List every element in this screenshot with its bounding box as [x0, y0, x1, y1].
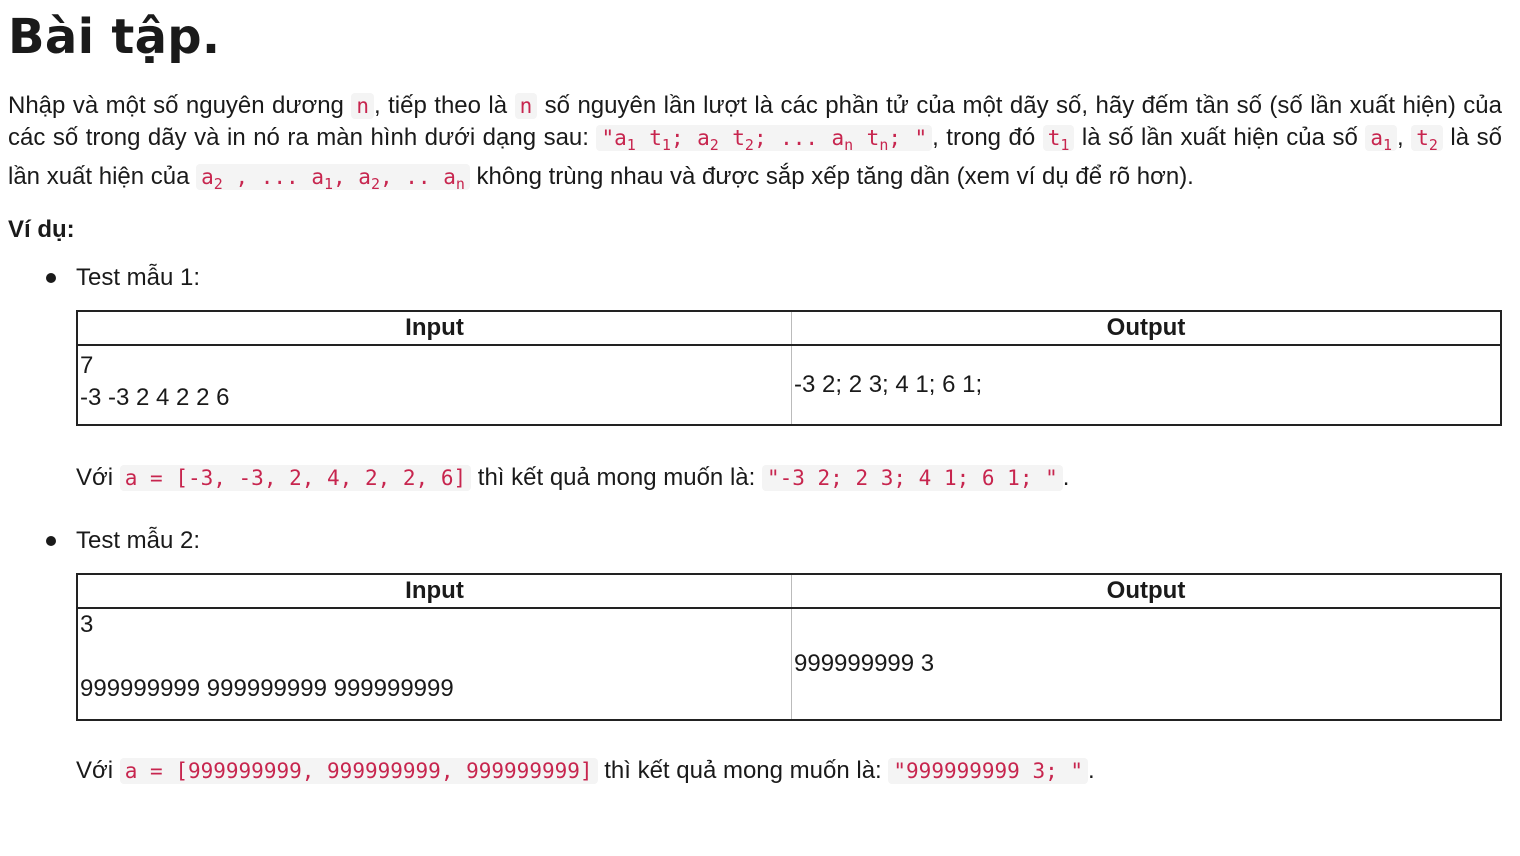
bullet-icon — [46, 536, 56, 547]
example-heading: Ví dụ: — [8, 216, 75, 244]
input-line: 999999999 999999999 999999999 — [80, 675, 454, 703]
inline-code-array: a = [-3, -3, 2, 4, 2, 2, 6] — [119, 465, 472, 492]
input-cell: 3 999999999 999999999 999999999 — [76, 607, 792, 721]
test-label: Test mẫu 1: — [76, 264, 201, 292]
table-header-row: Input Output — [76, 310, 1502, 347]
output-format-code: "a1 t1; a2 t2; ... an tn; " — [596, 125, 933, 154]
inline-code-t2: t2 — [1411, 125, 1443, 154]
inline-code-a-sequence: a2 , ... a1, a2, .. an — [196, 164, 470, 193]
inline-code-n: n — [514, 93, 538, 119]
test-list: Test mẫu 1: Input Output 7 -3 -3 2 4 2 2… — [8, 262, 1512, 787]
sample-table: Input Output 7 -3 -3 2 4 2 2 6 -3 2; 2 3… — [76, 310, 1502, 427]
inline-code-array: a = [999999999, 999999999, 999999999] — [119, 758, 598, 785]
inline-code-output: "-3 2; 2 3; 4 1; 6 1; " — [761, 465, 1063, 492]
column-header-input: Input — [76, 573, 792, 610]
output-cell: -3 2; 2 3; 4 1; 6 1; — [791, 344, 1502, 426]
column-header-output: Output — [791, 310, 1502, 347]
column-header-input: Input — [76, 310, 792, 347]
input-line: -3 -3 2 4 2 2 6 — [80, 384, 230, 412]
input-line: 7 — [80, 352, 94, 380]
inline-code-output: "999999999 3; " — [888, 758, 1089, 785]
expected-result: Với a = [-3, -3, 2, 4, 2, 2, 6] thì kết … — [76, 464, 1070, 492]
inline-code-a1: a1 — [1365, 125, 1398, 154]
test-label: Test mẫu 2: — [76, 527, 201, 555]
page-title: Bài tập. — [8, 9, 221, 65]
inline-code-n: n — [351, 93, 375, 119]
input-line — [80, 641, 789, 673]
bullet-icon — [46, 273, 56, 284]
exercise-page: Bài tập. Nhập và một số nguyên dương n, … — [0, 0, 1512, 787]
input-line: 3 — [80, 611, 94, 639]
inline-code-t1: t1 — [1042, 125, 1075, 154]
test-item-2: Test mẫu 2: Input Output 3 999999999 999… — [8, 525, 1512, 787]
table-header-row: Input Output — [76, 573, 1502, 610]
table-row: 7 -3 -3 2 4 2 2 6 -3 2; 2 3; 4 1; 6 1; — [76, 344, 1502, 426]
problem-statement: Nhập và một số nguyên dương n, tiếp theo… — [8, 92, 1502, 194]
sample-table: Input Output 3 999999999 999999999 99999… — [76, 573, 1502, 722]
output-cell: 999999999 3 — [791, 607, 1502, 721]
table-row: 3 999999999 999999999 999999999 99999999… — [76, 607, 1502, 721]
test-item-1: Test mẫu 1: Input Output 7 -3 -3 2 4 2 2… — [8, 262, 1512, 494]
input-cell: 7 -3 -3 2 4 2 2 6 — [76, 344, 792, 426]
column-header-output: Output — [791, 573, 1502, 610]
expected-result: Với a = [999999999, 999999999, 999999999… — [76, 757, 1095, 785]
